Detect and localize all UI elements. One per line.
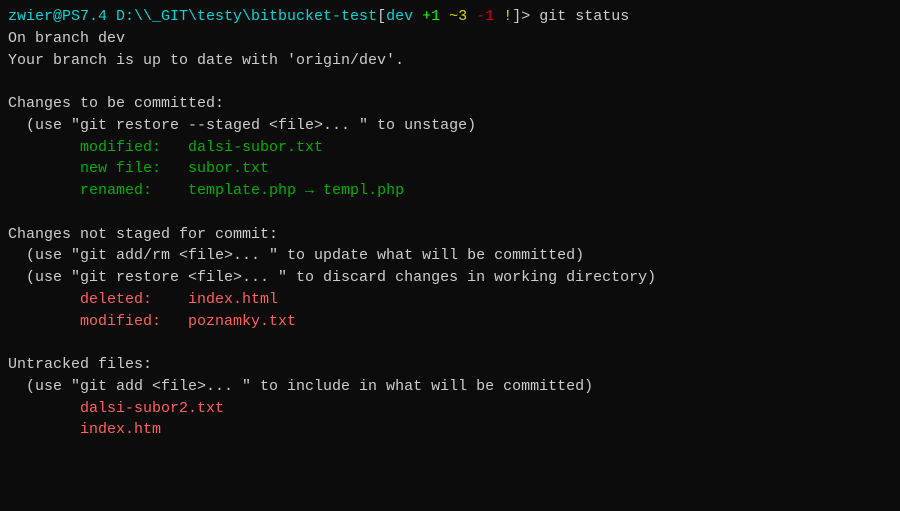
new-file-line: new file: subor.txt — [8, 158, 892, 180]
bracket-close: ]> git status — [512, 8, 629, 25]
plus-count: +1 — [422, 8, 440, 25]
hint-restore-staged: (use "git restore --staged <file>... " t… — [8, 115, 892, 137]
hint-restore-working: (use "git restore <file>... " to discard… — [8, 267, 892, 289]
blank-line-2 — [8, 202, 892, 224]
exclaim: ! — [503, 8, 512, 25]
blank-line-3 — [8, 332, 892, 354]
minus-count: -1 — [476, 8, 494, 25]
changes-not-staged-header: Changes not staged for commit: — [8, 224, 892, 246]
blank-line-1 — [8, 71, 892, 93]
untracked-file-2: index.htm — [8, 419, 892, 441]
modified-line-2: modified: poznamky.txt — [8, 311, 892, 333]
modified-line: modified: dalsi-subor.txt — [8, 137, 892, 159]
untracked-file-1: dalsi-subor2.txt — [8, 398, 892, 420]
tilde-count: ~3 — [449, 8, 467, 25]
terminal: zwier@PS7.4 D:\\_GIT\testy\bitbucket-tes… — [0, 0, 900, 511]
prompt-line: zwier@PS7.4 D:\\_GIT\testy\bitbucket-tes… — [8, 6, 892, 28]
hint-add-include: (use "git add <file>... " to include in … — [8, 376, 892, 398]
bracket-open: [ — [377, 8, 386, 25]
renamed-line: renamed: template.php → templ.php — [8, 180, 892, 202]
hint-add-rm: (use "git add/rm <file>... " to update w… — [8, 245, 892, 267]
on-branch-line: On branch dev — [8, 28, 892, 50]
changes-committed-header: Changes to be committed: — [8, 93, 892, 115]
up-to-date-line: Your branch is up to date with 'origin/d… — [8, 50, 892, 72]
untracked-header: Untracked files: — [8, 354, 892, 376]
deleted-line: deleted: index.html — [8, 289, 892, 311]
branch-name: dev — [386, 8, 413, 25]
username: zwier@PS7.4 D:\\_GIT\testy\bitbucket-tes… — [8, 8, 377, 25]
